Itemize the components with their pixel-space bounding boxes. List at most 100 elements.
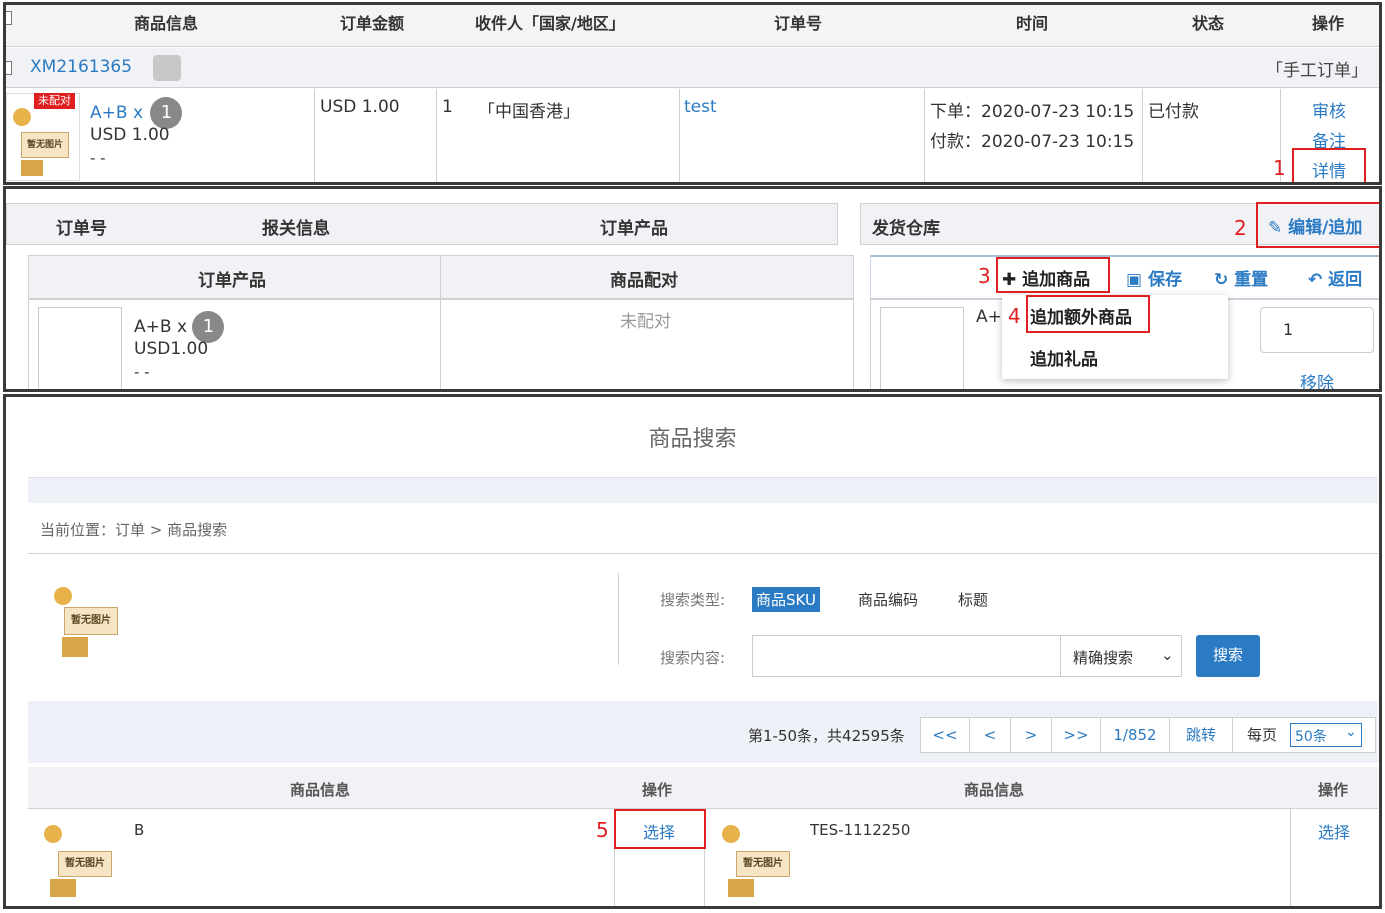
save-icon: ▣ <box>1126 270 1143 290</box>
header-product-info: 商品信息 <box>134 14 199 33</box>
save-button[interactable]: ▣ 保存 <box>1126 265 1182 290</box>
match-mode-select[interactable]: 精确搜索 ⌄ <box>1060 635 1182 677</box>
product-search-panel: 商品搜索 当前位置：订单 > 商品搜索 暂无图片 搜索类型: 商品SKU 商品编… <box>3 394 1382 909</box>
back-label: 返回 <box>1328 270 1363 290</box>
result-header-action-2: 操作 <box>1318 781 1349 799</box>
manual-order-tag: 「手工订单」 <box>1266 61 1368 81</box>
next-page-button[interactable]: > <box>1010 717 1052 753</box>
placeholder-figure-icon <box>722 825 740 843</box>
order-tabs-header <box>6 203 838 245</box>
order-status: 已付款 <box>1148 102 1199 122</box>
receiver-region: 「中国香港」 <box>478 102 580 122</box>
divider <box>924 89 925 182</box>
order-number-link[interactable]: XM2161365 <box>30 57 132 77</box>
product-name-link[interactable]: A+B x <box>90 103 143 123</box>
header-order-product: 订单产品 <box>198 271 266 291</box>
result-header-action-1: 操作 <box>642 781 673 799</box>
header-order-products: 订单产品 <box>600 219 668 239</box>
result-name-2: TES-1112250 <box>810 821 911 839</box>
per-page-value: 50条 <box>1295 729 1327 745</box>
header-order-no: 订单号 <box>56 219 107 239</box>
header-warehouse: 发货仓库 <box>872 219 940 239</box>
search-type-code[interactable]: 商品编码 <box>858 589 918 610</box>
divider <box>440 255 441 389</box>
search-type-sku[interactable]: 商品SKU <box>752 587 820 612</box>
header-time: 时间 <box>1016 14 1049 33</box>
order-table-header <box>6 5 1379 47</box>
header-order-number: 订单号 <box>774 14 823 33</box>
search-type-label: 搜索类型: <box>660 591 726 609</box>
quantity-input[interactable]: 1 <box>1260 307 1374 353</box>
result-header-product-2: 商品信息 <box>964 781 1025 799</box>
copy-icon[interactable] <box>153 55 181 81</box>
back-arrow-icon: ↶ <box>1308 270 1323 290</box>
order-list-panel: 商品信息 订单金额 收件人「国家/地区」 订单号 时间 状态 操作 XM2161… <box>3 2 1382 185</box>
first-page-button[interactable]: << <box>920 717 970 753</box>
result-image-1: 暂无图片 <box>36 821 122 901</box>
highlight-box-add-goods <box>996 257 1110 293</box>
placeholder-legs <box>50 879 76 897</box>
header-receiver: 收件人「国家/地区」 <box>475 14 625 33</box>
chevron-down-icon: ⌄ <box>1345 724 1357 740</box>
breadcrumb: 当前位置：订单 > 商品搜索 <box>40 521 228 539</box>
header-actions: 操作 <box>1312 14 1345 33</box>
product-price: USD 1.00 <box>90 125 170 145</box>
jump-button[interactable]: 跳转 <box>1169 717 1233 753</box>
search-button[interactable]: 搜索 <box>1196 635 1260 677</box>
match-status: 未配对 <box>620 312 671 332</box>
product-image-box <box>38 307 122 389</box>
no-image-board: 暂无图片 <box>58 851 112 877</box>
order-id-link[interactable]: test <box>684 97 717 117</box>
placeholder-figure-icon <box>54 587 72 605</box>
header-customs-info: 报关信息 <box>262 219 330 239</box>
placeholder-legs <box>21 160 43 176</box>
refresh-icon: ↻ <box>1214 270 1229 290</box>
step-marker-3: 3 <box>978 264 991 288</box>
chevron-down-icon: ⌄ <box>1161 646 1174 664</box>
per-page-select[interactable]: 50条 ⌄ <box>1290 723 1362 747</box>
receiver-count: 1 <box>442 97 453 117</box>
divider <box>1142 89 1143 182</box>
no-image-board: 暂无图片 <box>64 607 118 635</box>
highlight-box-edit <box>1256 202 1379 248</box>
order-amount: USD 1.00 <box>320 97 400 117</box>
pagination-summary: 第1-50条，共42595条 <box>748 727 905 745</box>
header-status: 状态 <box>1192 14 1225 33</box>
select-link-2[interactable]: 选择 <box>1318 819 1350 843</box>
header-product-match: 商品配对 <box>610 271 678 291</box>
paid-time: 付款：2020-07-23 10:15 <box>930 132 1135 152</box>
search-content-label: 搜索内容: <box>660 649 726 667</box>
divider <box>314 89 315 182</box>
search-input[interactable] <box>752 635 1062 677</box>
edit-product-dash: - - <box>134 363 150 381</box>
title-bar-strip <box>28 477 1378 503</box>
edit-product-name: A+B x <box>134 317 188 337</box>
product-dash: - - <box>90 149 106 167</box>
order-checkbox[interactable] <box>6 61 12 75</box>
search-placeholder-image: 暂无图片 <box>46 583 134 663</box>
divider <box>28 553 1378 554</box>
result-image-2: 暂无图片 <box>714 821 800 901</box>
divider <box>679 89 680 182</box>
match-mode-value: 精确搜索 <box>1073 649 1134 667</box>
page-indicator[interactable]: 1/852 <box>1100 717 1170 753</box>
order-group-row <box>6 48 1379 88</box>
placeholder-legs <box>728 879 754 897</box>
back-button[interactable]: ↶ 返回 <box>1308 265 1362 290</box>
search-type-title[interactable]: 标题 <box>958 589 988 610</box>
last-page-button[interactable]: >> <box>1051 717 1101 753</box>
warehouse-product-image <box>880 307 964 389</box>
prev-page-button[interactable]: < <box>969 717 1011 753</box>
step-marker-1: 1 <box>1273 156 1286 180</box>
audit-link[interactable]: 审核 <box>1312 97 1346 122</box>
order-edit-panel: 订单号 报关信息 订单产品 发货仓库 ✎ 编辑/追加 2 订单产品 商品配对 A… <box>3 186 1382 392</box>
divider <box>1290 809 1291 906</box>
remove-link[interactable]: 移除 <box>1300 369 1334 389</box>
order-time: 下单：2020-07-23 10:15 <box>930 102 1135 122</box>
reset-button[interactable]: ↻ 重置 <box>1214 265 1268 290</box>
no-image-board: 暂无图片 <box>736 851 790 877</box>
add-gift-item[interactable]: 追加礼品 <box>1030 345 1098 370</box>
select-all-checkbox[interactable] <box>6 11 12 25</box>
step-marker-5: 5 <box>596 818 609 842</box>
result-header-product-1: 商品信息 <box>290 781 351 799</box>
